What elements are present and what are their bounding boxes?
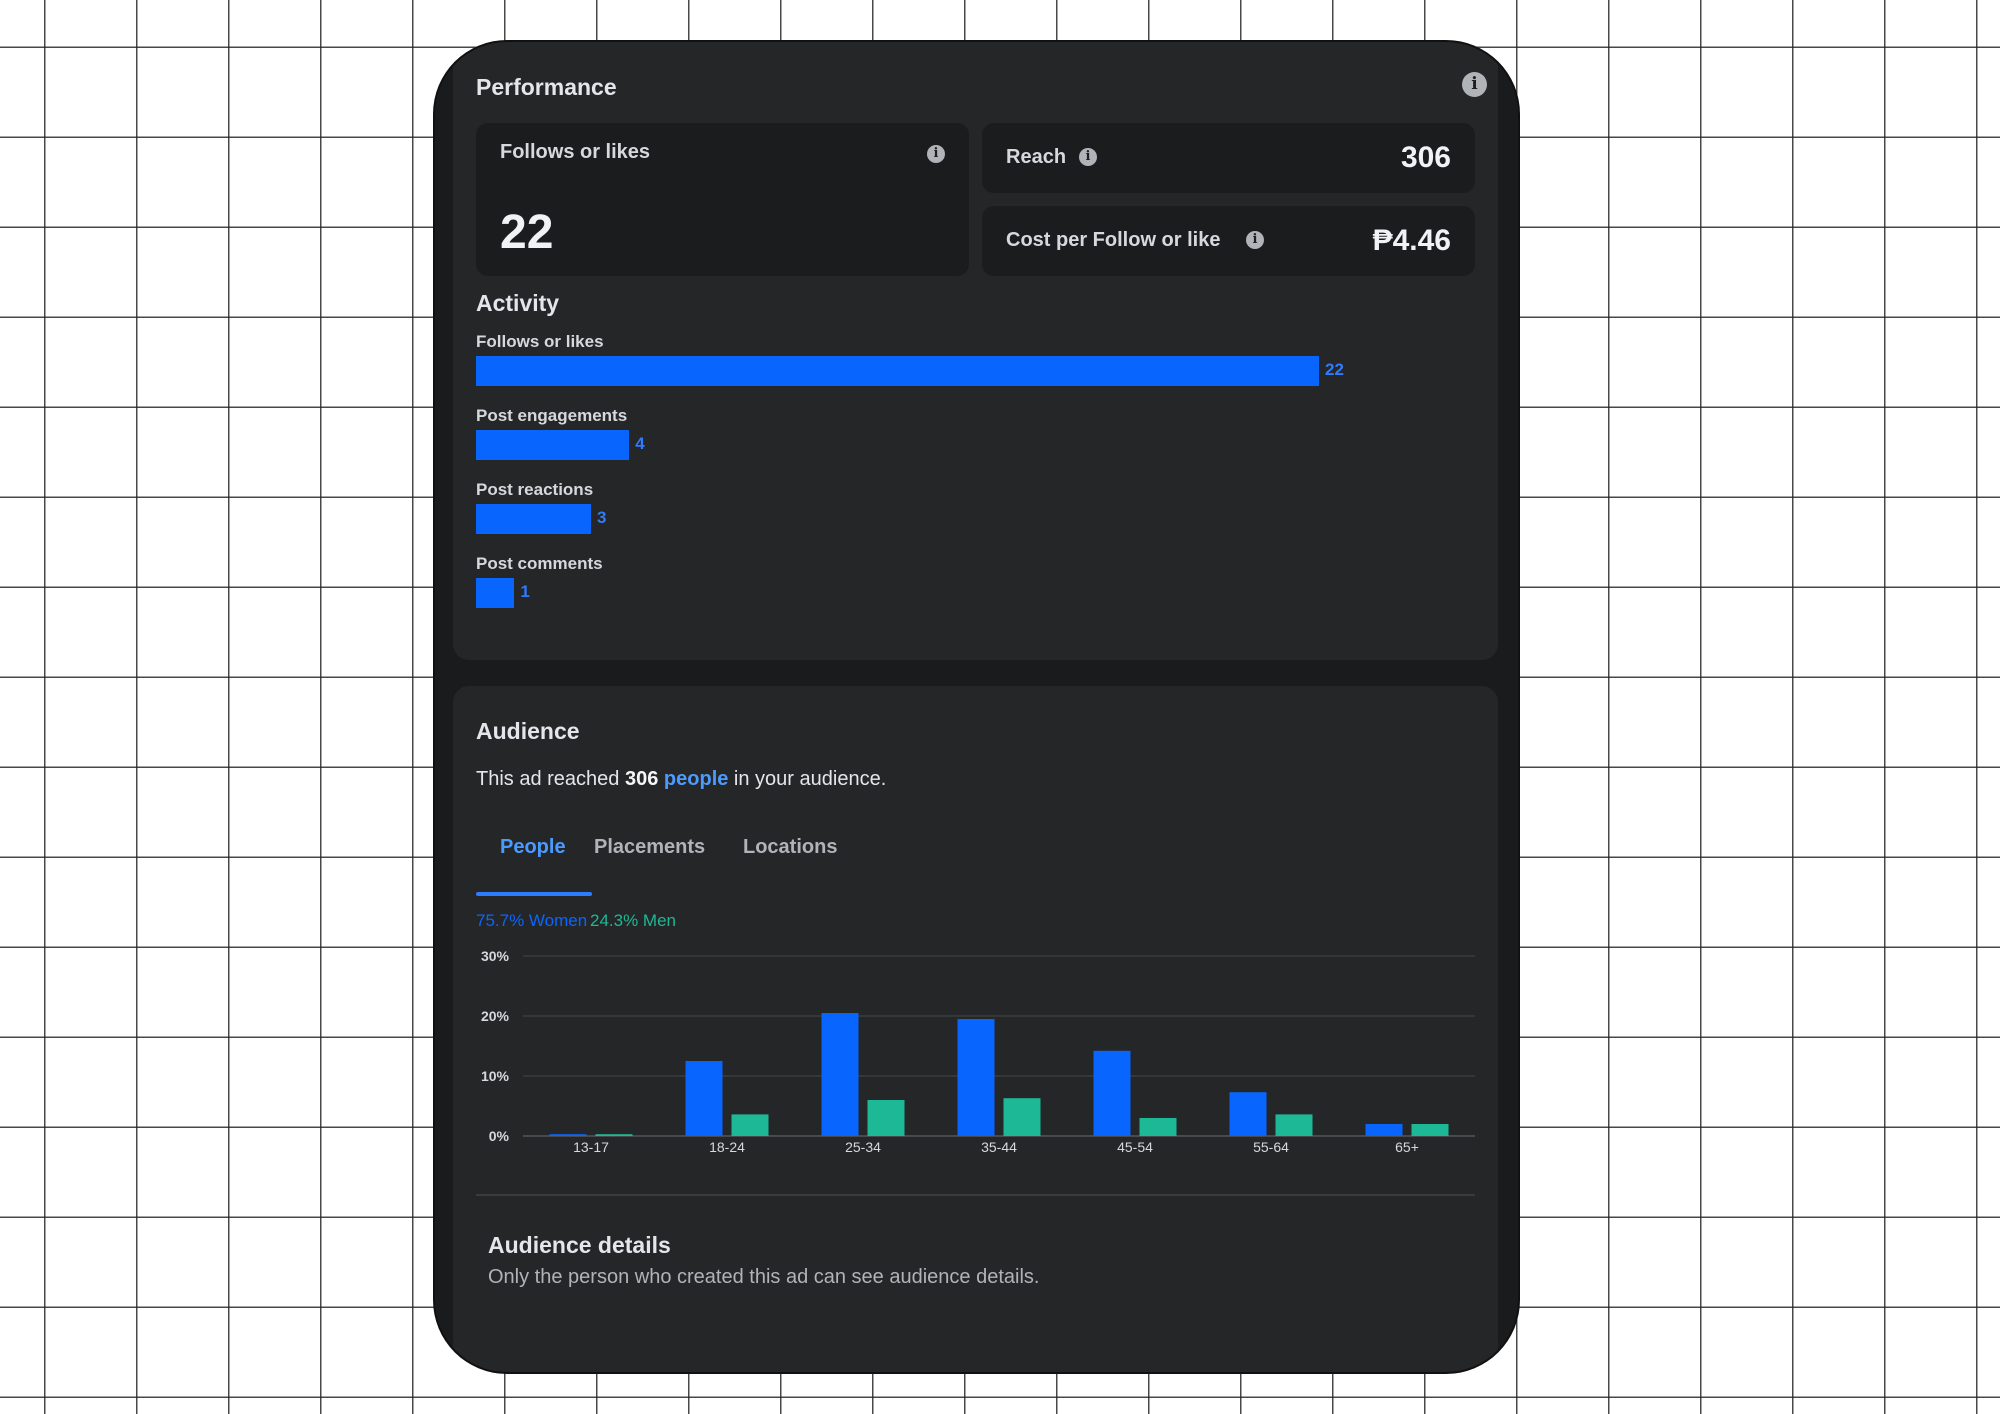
- x-tick-label: 65+: [1395, 1139, 1419, 1155]
- cost-value: ₱4.46: [1372, 224, 1451, 257]
- y-tick-label: 10%: [481, 1068, 510, 1084]
- info-icon[interactable]: i: [1462, 72, 1487, 97]
- bar-women-55-64[interactable]: [1229, 1092, 1267, 1136]
- follows-value: 22: [500, 206, 554, 259]
- cost-stat-box: Cost per Follow or like i ₱4.46: [982, 206, 1475, 276]
- bar-men-45-54[interactable]: [1139, 1118, 1177, 1136]
- info-icon[interactable]: i: [1246, 231, 1264, 249]
- y-tick-label: 0%: [489, 1128, 510, 1144]
- bar-men-25-34[interactable]: [867, 1100, 905, 1136]
- performance-card: Performance i Follows or likes i 22 Reac…: [453, 42, 1498, 660]
- activity-value: 4: [635, 434, 645, 453]
- x-tick-label: 18-24: [709, 1139, 745, 1155]
- bar-women-65+[interactable]: [1365, 1124, 1403, 1136]
- performance-title: Performance: [476, 74, 617, 100]
- info-icon[interactable]: i: [1079, 148, 1097, 166]
- x-tick-label: 55-64: [1253, 1139, 1289, 1155]
- bar-women-45-54[interactable]: [1093, 1050, 1131, 1136]
- x-tick-label: 35-44: [981, 1139, 1017, 1155]
- bar-women-35-44[interactable]: [957, 1019, 995, 1136]
- reach-stat-box: Reach i 306: [982, 123, 1475, 193]
- bar-men-55-64[interactable]: [1275, 1114, 1313, 1136]
- follows-label: Follows or likes: [500, 141, 651, 163]
- follows-stat-box: Follows or likes i 22: [476, 123, 969, 276]
- x-tick-label: 25-34: [845, 1139, 881, 1155]
- activity-value: 1: [520, 582, 530, 601]
- x-tick-label: 13-17: [573, 1139, 609, 1155]
- activity-bar: [476, 578, 515, 608]
- phone-frame: Performance i Follows or likes i 22 Reac…: [435, 42, 1518, 1372]
- activity-label: Follows or likes: [476, 332, 604, 351]
- activity-bar: [476, 356, 1319, 386]
- reach-value: 306: [1400, 141, 1451, 174]
- age-gender-chart: 0% 10% 20% 30% 13-17 18-24 25-34 35-44 45-54 55-6…: [481, 948, 1475, 1155]
- cost-label: Cost per Follow or like: [1006, 229, 1221, 251]
- activity-bar: [476, 504, 591, 534]
- activity-label: Post reactions: [476, 480, 594, 499]
- audience-details-text: Only the person who created this ad can …: [488, 1266, 1040, 1288]
- activity-bar: [476, 430, 630, 460]
- bar-men-65+[interactable]: [1411, 1124, 1449, 1136]
- bar-women-13-17[interactable]: [549, 1134, 587, 1136]
- bar-men-18-24[interactable]: [731, 1114, 769, 1136]
- activity-label: Post engagements: [476, 406, 628, 425]
- y-tick-label: 30%: [481, 948, 510, 964]
- bar-women-18-24[interactable]: [685, 1061, 723, 1136]
- activity-title: Activity: [476, 290, 560, 316]
- x-tick-label: 45-54: [1117, 1139, 1153, 1155]
- bar-women-25-34[interactable]: [821, 1013, 859, 1136]
- y-tick-label: 20%: [481, 1008, 510, 1024]
- activity-value: 22: [1325, 360, 1344, 379]
- divider: [476, 1194, 1475, 1196]
- info-icon[interactable]: i: [927, 145, 945, 163]
- activity-value: 3: [596, 508, 607, 527]
- audience-card: Audience This ad reached 306 people in y…: [453, 686, 1498, 1372]
- audience-details-title: Audience details: [488, 1232, 671, 1258]
- reach-label: Reach: [1006, 146, 1067, 168]
- bar-men-13-17[interactable]: [595, 1134, 633, 1136]
- bar-men-35-44[interactable]: [1003, 1098, 1041, 1136]
- activity-label: Post comments: [476, 554, 603, 573]
